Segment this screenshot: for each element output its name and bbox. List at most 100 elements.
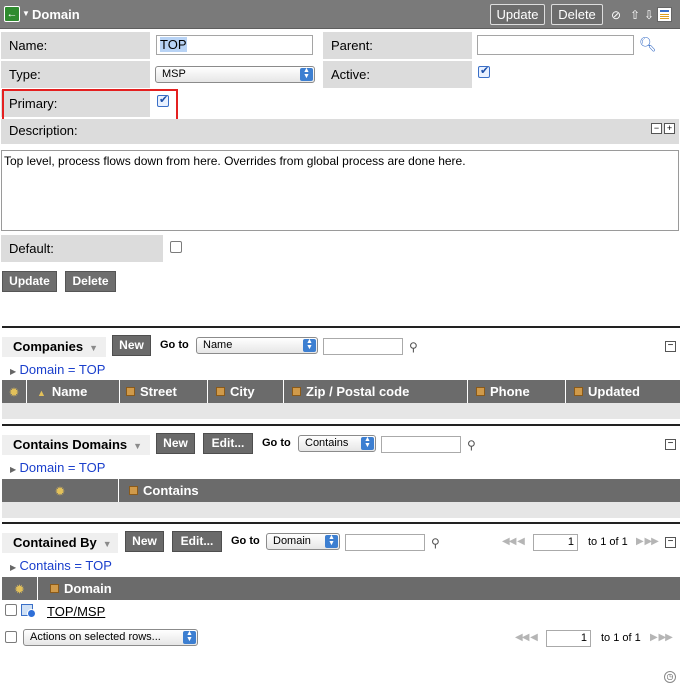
highlight-box bbox=[2, 89, 178, 121]
contained-edit-button[interactable]: Edit... bbox=[172, 531, 222, 552]
section-divider bbox=[2, 424, 680, 426]
contains-search-input[interactable] bbox=[381, 436, 461, 453]
next-last-page-icon[interactable]: ▶ ▶▶ bbox=[636, 536, 659, 547]
contained-search-input[interactable] bbox=[345, 534, 425, 551]
contains-edit-button[interactable]: Edit... bbox=[203, 433, 253, 454]
update-button[interactable]: Update bbox=[2, 271, 57, 292]
name-field[interactable]: TOP bbox=[156, 35, 313, 55]
back-arrow-icon[interactable]: ← bbox=[4, 6, 20, 22]
list-view-icon[interactable] bbox=[657, 7, 672, 22]
contained-by-title[interactable]: Contained By ▼ bbox=[2, 533, 118, 553]
contained-goto-select[interactable]: Domain ▲ ▼ bbox=[266, 533, 340, 550]
collapse-icon[interactable]: − bbox=[665, 341, 676, 352]
collapse-icon[interactable]: − bbox=[665, 537, 676, 548]
domain-link[interactable]: TOP/MSP bbox=[47, 604, 105, 619]
col-zip[interactable]: Zip / Postal code bbox=[284, 380, 468, 403]
collapse-icon[interactable]: − bbox=[665, 439, 676, 450]
col-city-label: City bbox=[230, 384, 255, 399]
cube-icon bbox=[292, 387, 301, 396]
parent-field[interactable] bbox=[477, 35, 634, 55]
cube-icon bbox=[476, 387, 485, 396]
contained-new-button[interactable]: New bbox=[125, 531, 164, 552]
contains-filter[interactable]: ▶ Domain = TOP bbox=[10, 460, 105, 475]
search-icon[interactable]: ⚲ bbox=[467, 439, 479, 451]
default-label: Default: bbox=[1, 235, 163, 262]
arrow-down-icon[interactable]: ⇩ bbox=[643, 8, 655, 22]
actions-select-value: Actions on selected rows... bbox=[30, 631, 161, 643]
section-divider bbox=[2, 522, 680, 524]
search-icon[interactable]: ⚲ bbox=[431, 537, 443, 549]
contained-filter[interactable]: ▶ Contains = TOP bbox=[10, 558, 112, 573]
first-prev-page-icon[interactable]: ◀◀ ◀ bbox=[515, 632, 538, 643]
col-phone-label: Phone bbox=[490, 384, 530, 399]
contained-by-title-label: Contained By bbox=[13, 535, 97, 550]
search-icon[interactable]: ⚲ bbox=[409, 341, 421, 353]
cube-icon bbox=[574, 387, 583, 396]
companies-table-header: ✹ ▲ Name Street City Zip / Postal code Ph… bbox=[2, 380, 680, 403]
select-arrows-icon: ▲ ▼ bbox=[303, 338, 316, 352]
select-all-checkbox[interactable] bbox=[5, 631, 17, 643]
settings-gear-icon[interactable]: ✹ bbox=[2, 577, 38, 600]
active-checkbox[interactable] bbox=[478, 64, 490, 78]
description-textarea[interactable]: Top level, process flows down from here.… bbox=[1, 150, 679, 231]
companies-filter[interactable]: ▶ Domain = TOP bbox=[10, 362, 105, 377]
parent-label: Parent: bbox=[323, 32, 472, 59]
col-domain[interactable]: Domain bbox=[38, 577, 680, 600]
delete-button[interactable]: Delete bbox=[65, 271, 116, 292]
collapse-icon[interactable]: − bbox=[651, 123, 662, 134]
name-value: TOP bbox=[160, 37, 187, 52]
bottom-page-number-input[interactable]: 1 bbox=[546, 630, 591, 647]
contains-goto-value: Contains bbox=[305, 437, 349, 449]
table-row[interactable]: TOP/MSP bbox=[2, 600, 680, 622]
chevron-down-icon[interactable]: ▼ bbox=[22, 6, 30, 22]
active-label: Active: bbox=[323, 61, 472, 88]
search-icon[interactable]: 🔍︎ bbox=[639, 37, 657, 51]
contains-domains-title[interactable]: Contains Domains ▼ bbox=[2, 435, 150, 455]
row-checkbox[interactable] bbox=[5, 604, 17, 616]
contained-goto-value: Domain bbox=[273, 535, 311, 547]
chevron-down-icon: ▼ bbox=[89, 343, 98, 353]
col-street[interactable]: Street bbox=[120, 380, 208, 403]
cube-icon bbox=[216, 387, 225, 396]
companies-goto-value: Name bbox=[203, 339, 233, 351]
contains-filter-link[interactable]: Domain = TOP bbox=[20, 460, 106, 475]
companies-search-input[interactable] bbox=[323, 338, 403, 355]
col-name-label: Name bbox=[51, 384, 88, 399]
col-phone[interactable]: Phone bbox=[468, 380, 566, 403]
companies-empty-row bbox=[2, 403, 680, 419]
companies-goto-select[interactable]: Name ▲ ▼ bbox=[196, 337, 318, 354]
attachment-icon[interactable]: ⊘ bbox=[610, 8, 622, 22]
contained-goto-label: Go to bbox=[231, 535, 260, 547]
actions-select[interactable]: Actions on selected rows... ▲ ▼ bbox=[23, 629, 198, 646]
settings-gear-icon[interactable]: ✹ bbox=[2, 479, 119, 502]
companies-goto-label: Go to bbox=[160, 339, 189, 351]
col-updated[interactable]: Updated bbox=[566, 380, 680, 403]
contains-new-button[interactable]: New bbox=[156, 433, 195, 454]
cube-icon bbox=[129, 486, 138, 495]
description-label: Description: bbox=[1, 119, 679, 144]
cube-icon bbox=[50, 584, 59, 593]
contained-filter-link[interactable]: Contains = TOP bbox=[20, 558, 112, 573]
companies-title[interactable]: Companies ▼ bbox=[2, 337, 106, 357]
header-update-button[interactable]: Update bbox=[490, 4, 545, 25]
default-checkbox[interactable] bbox=[170, 241, 182, 253]
type-select[interactable]: MSP ▲ ▼ bbox=[155, 66, 315, 83]
contains-goto-select[interactable]: Contains ▲ ▼ bbox=[298, 435, 376, 452]
col-contains[interactable]: Contains bbox=[119, 479, 680, 502]
settings-gear-icon[interactable]: ✹ bbox=[2, 380, 27, 403]
expand-triangle-icon: ▶ bbox=[10, 465, 17, 474]
first-prev-page-icon[interactable]: ◀◀ ◀ bbox=[502, 536, 525, 547]
col-city[interactable]: City bbox=[208, 380, 284, 403]
col-updated-label: Updated bbox=[588, 384, 640, 399]
arrow-up-icon[interactable]: ⇧ bbox=[629, 8, 641, 22]
col-name[interactable]: ▲ Name bbox=[27, 380, 120, 403]
companies-filter-link[interactable]: Domain = TOP bbox=[20, 362, 106, 377]
expand-icon[interactable]: + bbox=[664, 123, 675, 134]
contains-goto-label: Go to bbox=[262, 437, 291, 449]
companies-new-button[interactable]: New bbox=[112, 335, 151, 356]
expand-triangle-icon: ▶ bbox=[10, 367, 17, 376]
clock-icon[interactable]: ◷ bbox=[664, 671, 676, 683]
next-last-page-icon[interactable]: ▶ ▶▶ bbox=[650, 632, 673, 643]
header-delete-button[interactable]: Delete bbox=[551, 4, 603, 25]
page-number-input[interactable]: 1 bbox=[533, 534, 578, 551]
